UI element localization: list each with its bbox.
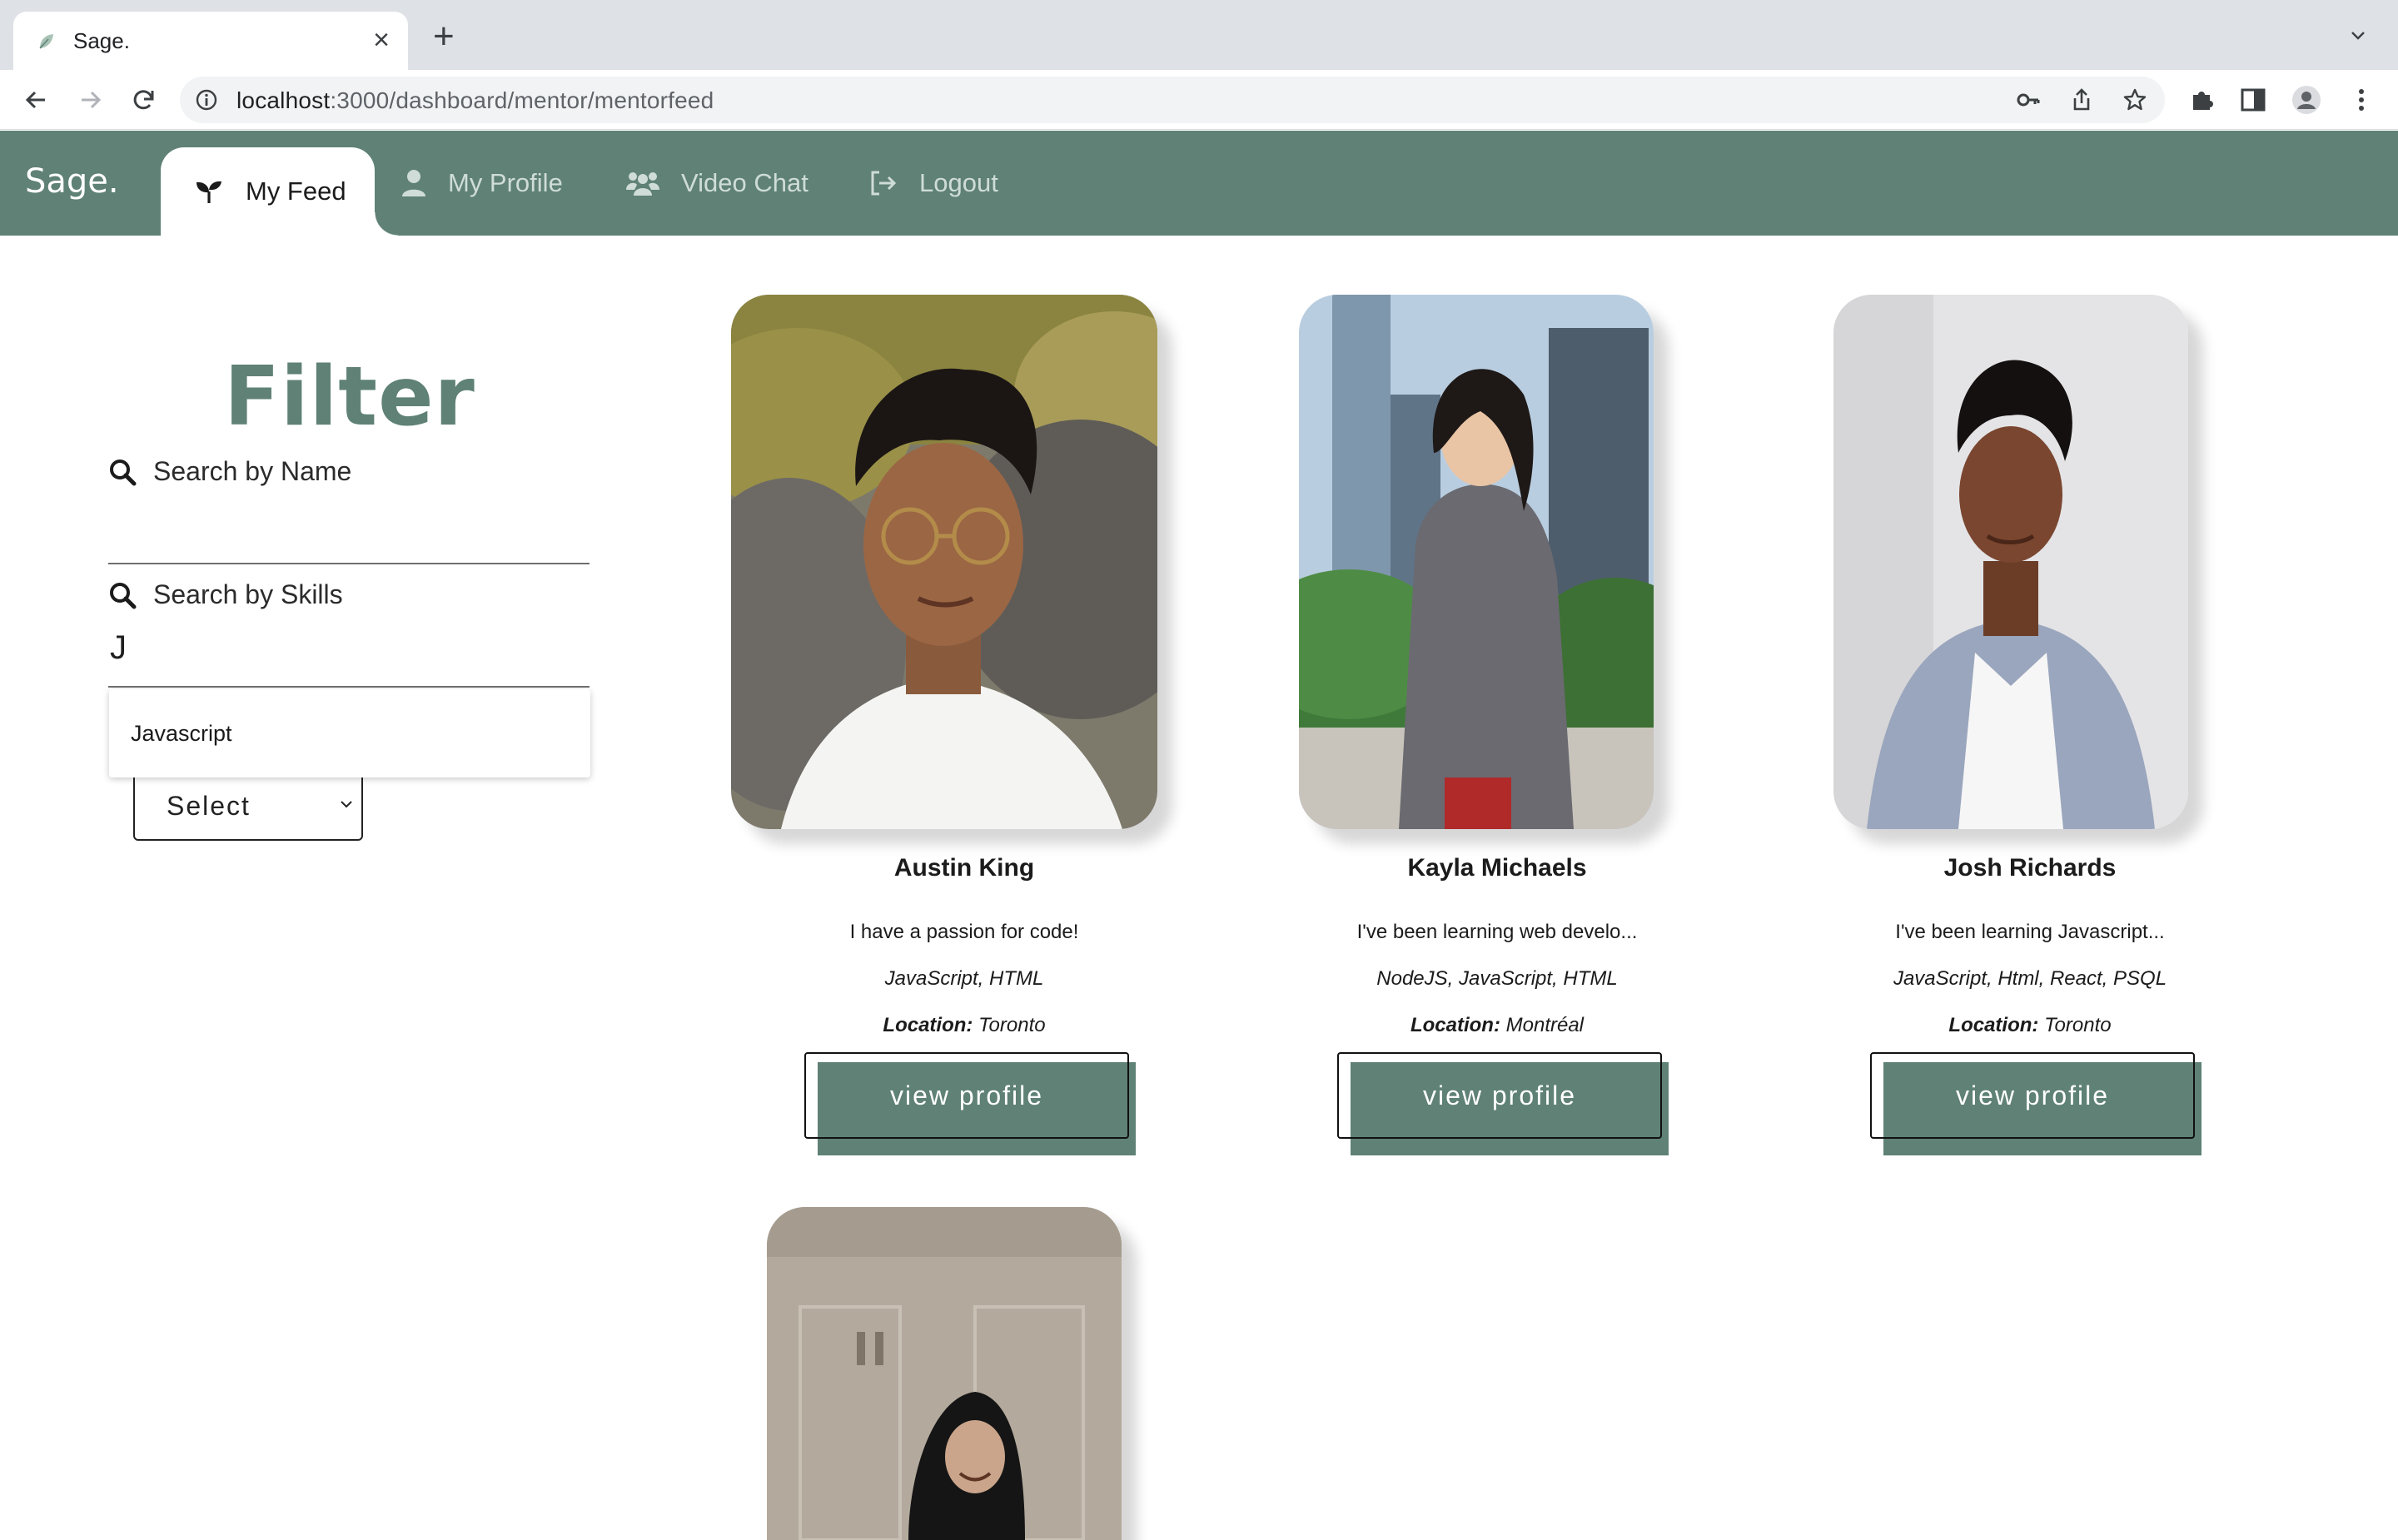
search-by-skills-label: Search by Skills (108, 579, 343, 610)
extensions-puzzle-icon[interactable] (2187, 85, 2216, 115)
mentor-bio: I've been learning web develo... (1356, 921, 1638, 943)
mentor-name: Josh Richards (1943, 854, 2117, 882)
select-value: Select (167, 791, 251, 821)
search-icon (110, 582, 137, 609)
mentor-card: Kayla Michaels I've been learning web de… (1231, 295, 1764, 1155)
app-navbar: Sage. My Feed My Profile Video Chat Logo… (0, 131, 2398, 236)
new-tab-icon[interactable]: + (433, 18, 455, 55)
nav-tab-label: Video Chat (681, 168, 808, 197)
user-icon (402, 170, 425, 196)
search-by-name-label: Search by Name (108, 456, 351, 487)
mentor-skills: JavaScript, HTML (884, 967, 1044, 990)
browser-menu-icon[interactable] (2346, 85, 2376, 115)
button-label: view profile (1422, 1080, 1577, 1110)
nav-tab-video-chat[interactable]: Video Chat (626, 131, 808, 236)
site-info-icon[interactable] (195, 88, 218, 112)
brand-logo[interactable]: Sage. (25, 162, 119, 201)
url-text[interactable]: localhost:3000/dashboard/mentor/mentorfe… (236, 87, 714, 114)
tab-title: Sage. (73, 28, 130, 53)
key-icon[interactable] (2015, 87, 2042, 113)
mentor-photo (731, 295, 1157, 829)
skills-autocomplete-dropdown: Javascript (109, 689, 590, 777)
share-icon[interactable] (2068, 87, 2095, 113)
button-label: view profile (889, 1080, 1044, 1110)
search-icon (110, 459, 137, 485)
nav-tab-my-feed[interactable]: My Feed (161, 147, 398, 236)
browser-toolbar: localhost:3000/dashboard/mentor/mentorfe… (0, 70, 2398, 130)
mentor-photo (1833, 295, 2188, 829)
search-by-name-text: Search by Name (153, 456, 352, 486)
location-label: Location: (1410, 1014, 1500, 1036)
filter-heading: Filter (224, 350, 475, 445)
mentor-card (731, 1207, 1264, 1540)
nav-tab-my-profile[interactable]: My Profile (401, 131, 563, 236)
profile-avatar-icon[interactable] (2291, 85, 2321, 115)
mentor-location: Location: Toronto (698, 1014, 1231, 1037)
mentor-name: Austin King (893, 854, 1035, 882)
mentor-location: Location: Montréal (1231, 1014, 1764, 1037)
view-profile-button[interactable]: view profile (1870, 1052, 2201, 1155)
nav-tab-label: Logout (919, 168, 998, 197)
users-icon (626, 172, 659, 196)
mentor-bio: I've been learning Javascript... (1895, 921, 2165, 943)
back-arrow-icon[interactable] (18, 82, 55, 118)
view-profile-button[interactable]: view profile (804, 1052, 1136, 1155)
nav-tab-label: My Feed (246, 176, 346, 206)
browser-tabstrip: Sage. × + (0, 0, 2398, 70)
location-value: Montréal (1505, 1014, 1585, 1036)
reload-icon[interactable] (125, 82, 162, 118)
mentor-card: Josh Richards I've been learning Javascr… (1764, 295, 2296, 1155)
tab-search-chevron-icon[interactable] (2348, 25, 2368, 45)
mentor-name: Kayla Michaels (1407, 854, 1587, 882)
search-name-input[interactable] (108, 526, 590, 564)
mentor-card: Austin King I have a passion for code! J… (698, 295, 1231, 1155)
mentor-skills: NodeJS, JavaScript, HTML (1376, 967, 1618, 990)
side-panel-icon[interactable] (2238, 85, 2268, 115)
bookmark-star-icon[interactable] (2122, 87, 2148, 113)
sprout-icon (197, 181, 221, 203)
search-skills-input[interactable] (108, 649, 590, 688)
search-by-skills-text: Search by Skills (153, 579, 343, 609)
forward-arrow-icon[interactable] (72, 82, 108, 118)
mentor-bio: I have a passion for code! (849, 921, 1079, 943)
location-label: Location: (1948, 1014, 2039, 1036)
view-profile-button[interactable]: view profile (1337, 1052, 1669, 1155)
button-label: view profile (1955, 1080, 2110, 1110)
logout-icon (871, 171, 897, 196)
mentor-photo (767, 1207, 1122, 1540)
mentor-photo (1299, 295, 1654, 829)
nav-tab-logout[interactable]: Logout (869, 131, 998, 236)
autocomplete-option-javascript[interactable]: Javascript (131, 721, 232, 747)
mentor-location: Location: Toronto (1764, 1014, 2296, 1037)
close-tab-icon[interactable]: × (373, 25, 390, 55)
browser-tab[interactable]: Sage. × (13, 12, 408, 70)
mentor-skills: JavaScript, Html, React, PSQL (1893, 967, 2167, 990)
nav-tab-label: My Profile (448, 168, 563, 197)
location-value: Toronto (2044, 1014, 2112, 1036)
url-host: localhost (236, 87, 331, 113)
chevron-down-icon (341, 801, 352, 808)
location-label: Location: (883, 1014, 973, 1036)
url-path: :3000/dashboard/mentor/mentorfeed (330, 87, 714, 113)
address-bar[interactable]: localhost:3000/dashboard/mentor/mentorfe… (180, 77, 2165, 123)
sage-leaf-icon (39, 34, 53, 49)
location-value: Toronto (978, 1014, 1046, 1036)
